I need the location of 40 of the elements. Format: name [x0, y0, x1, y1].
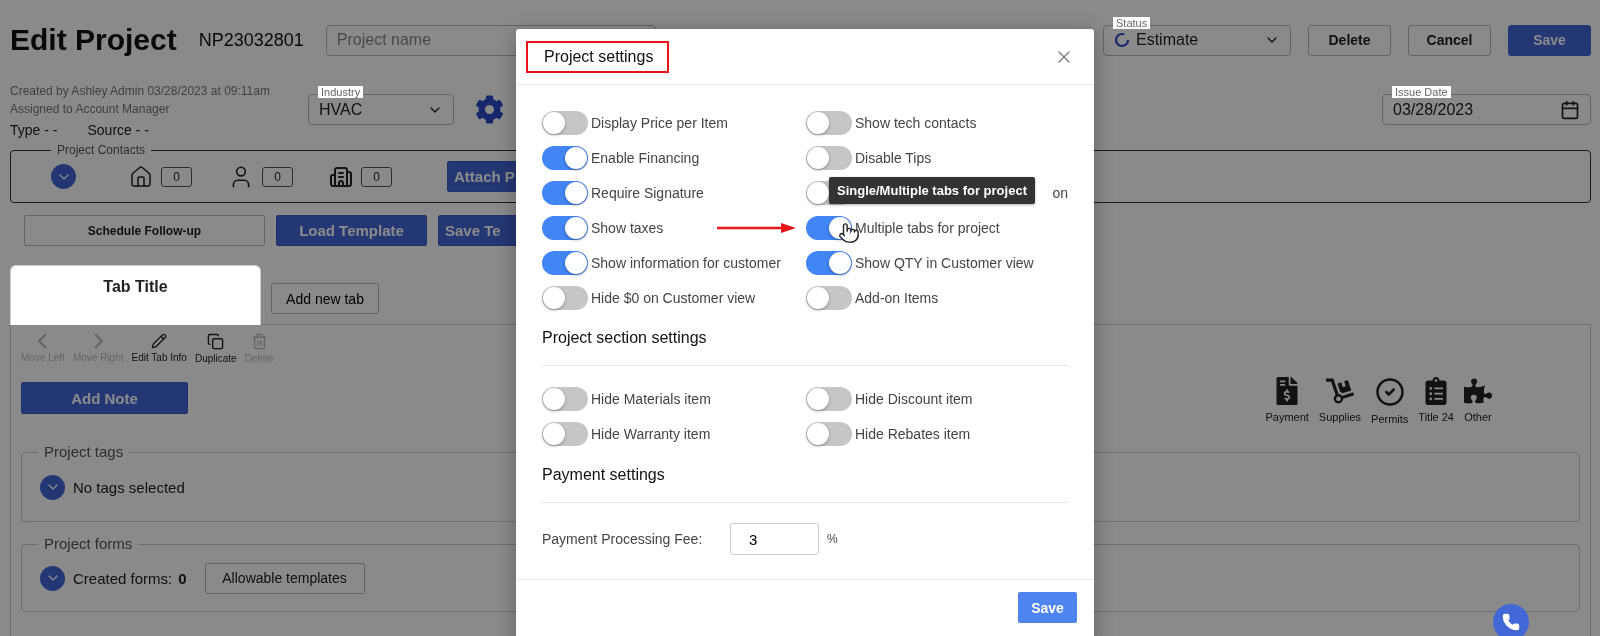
toggle-label: Show QTY in Customer view	[855, 254, 1034, 271]
tags-text: No tags selected	[73, 478, 185, 496]
toggle-label: Show information for customer	[591, 254, 781, 271]
toggle-label: Hide Discount item	[855, 390, 973, 407]
field-label: Status	[1113, 16, 1151, 29]
created-by-text: Created by Ashley Admin 03/28/2023 at 09:11am	[10, 83, 271, 100]
toggle-label: Add-on Items	[855, 289, 939, 306]
source-text: Source - -	[87, 122, 149, 138]
forms-label: Created forms:	[73, 569, 173, 587]
toggle-label: Display Price per Item	[591, 114, 728, 131]
contacts-legend: Project Contacts	[51, 142, 152, 158]
toggle-label: Disable Tips	[855, 149, 932, 166]
forms-count: 0	[178, 569, 187, 587]
toggle-label: Hide Warranty item	[591, 425, 711, 442]
toggle-label: Require Signature	[591, 184, 704, 201]
tooltip: Single/Multiple tabs for project	[829, 177, 1035, 204]
field-label: Issue Date	[1392, 86, 1451, 98]
percent-unit: %	[827, 532, 838, 546]
toggle-label: Hide Rebates item	[855, 425, 971, 442]
tags-legend: Project tags	[38, 444, 130, 460]
toggle-label: Multiple tabs for project	[855, 219, 1000, 236]
contact-count: 0	[161, 166, 192, 187]
contact-count: 0	[361, 166, 392, 187]
field-label: Industry	[318, 86, 364, 98]
section-heading: Project section settings	[542, 328, 708, 348]
dialog-title: Project settings	[526, 40, 670, 73]
section-heading: Payment settings	[542, 465, 666, 485]
toggle-label: Hide Materials item	[591, 390, 711, 407]
toggle-label: Show tech contacts	[855, 114, 977, 131]
toggle-label: on	[1052, 184, 1068, 201]
assigned-to-text: Assigned to Account Manager	[10, 101, 171, 118]
type-text: Type - -	[10, 122, 58, 138]
toggle-label: Hide $0 on Customer view	[591, 289, 756, 306]
toggle-label: Enable Financing	[591, 149, 700, 166]
project-number: NP23032801	[198, 29, 304, 51]
page-title: Edit Project	[10, 23, 177, 57]
toggle-label: Show taxes	[591, 219, 664, 236]
contact-count: 0	[262, 166, 293, 187]
fee-label: Payment Processing Fee:	[542, 531, 704, 547]
forms-legend: Project forms	[38, 536, 139, 552]
